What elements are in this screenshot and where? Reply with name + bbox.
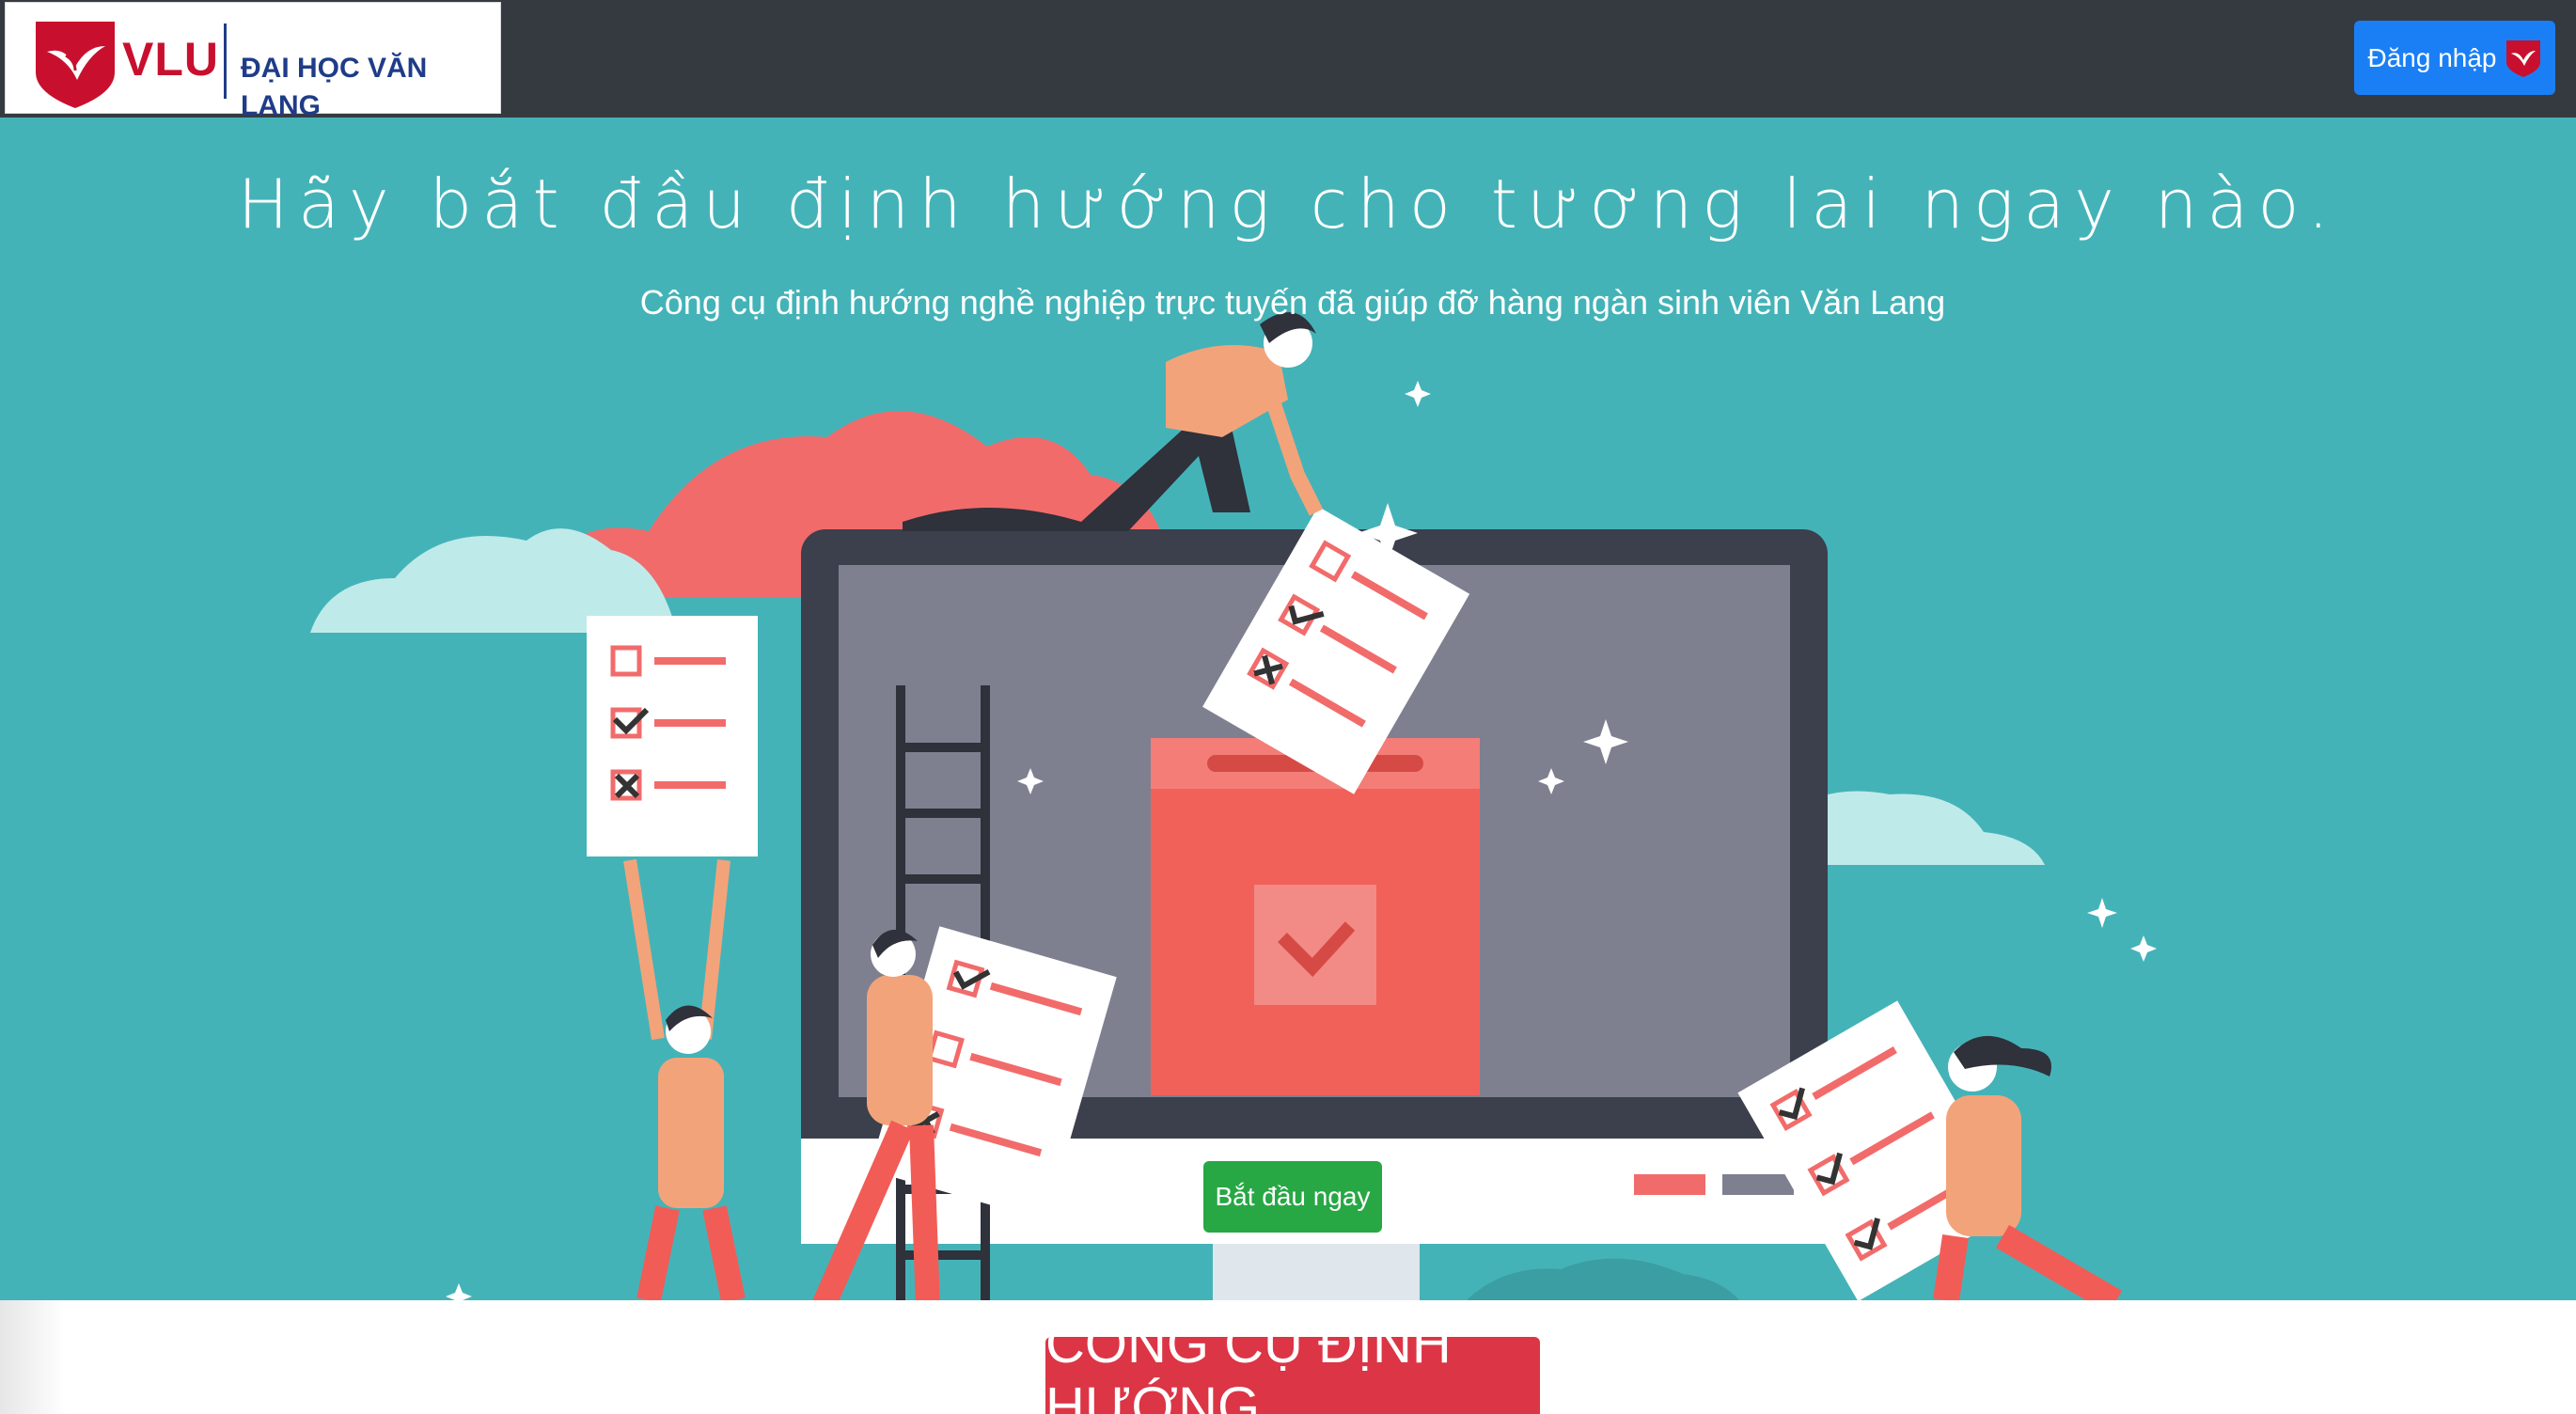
hero-subtitle: Công cụ định hướng nghề nghiệp trực tuyế…: [639, 283, 1946, 322]
vlu-shield-icon: [36, 22, 115, 108]
left-checklist-card: [587, 616, 758, 856]
person-right-running: [1933, 1035, 2123, 1300]
login-button[interactable]: Đăng nhập: [2354, 21, 2555, 95]
left-edge-shadow: [0, 1300, 66, 1414]
bottom-cloud: [1467, 1258, 1739, 1300]
login-button-label: Đăng nhập: [2367, 42, 2497, 72]
hero-banner: Hãy bắt đầu định hướng cho tương lai nga…: [0, 118, 2576, 1300]
brand-logo-link[interactable]: VLU ĐẠI HỌC VĂN LANG: [5, 2, 501, 121]
start-now-button[interactable]: Bắt đầu ngay: [1203, 1161, 1382, 1233]
hero-title: Hãy bắt đầu định hướng cho tương lai nga…: [237, 165, 2339, 244]
person-left-holding-card: [623, 858, 746, 1300]
brand-full-name: ĐẠI HỌC VĂN LANG: [241, 53, 428, 121]
brand-divider: [224, 24, 227, 99]
top-navbar: VLU ĐẠI HỌC VĂN LANG Đăng nhập: [0, 0, 2576, 121]
section-heading: CÔNG CỤ ĐỊNH HƯỚNG: [1045, 1337, 1540, 1414]
monitor-stand: [1213, 1244, 1420, 1300]
brand-short-name: VLU: [122, 33, 219, 86]
vlu-shield-icon: [2505, 39, 2540, 77]
